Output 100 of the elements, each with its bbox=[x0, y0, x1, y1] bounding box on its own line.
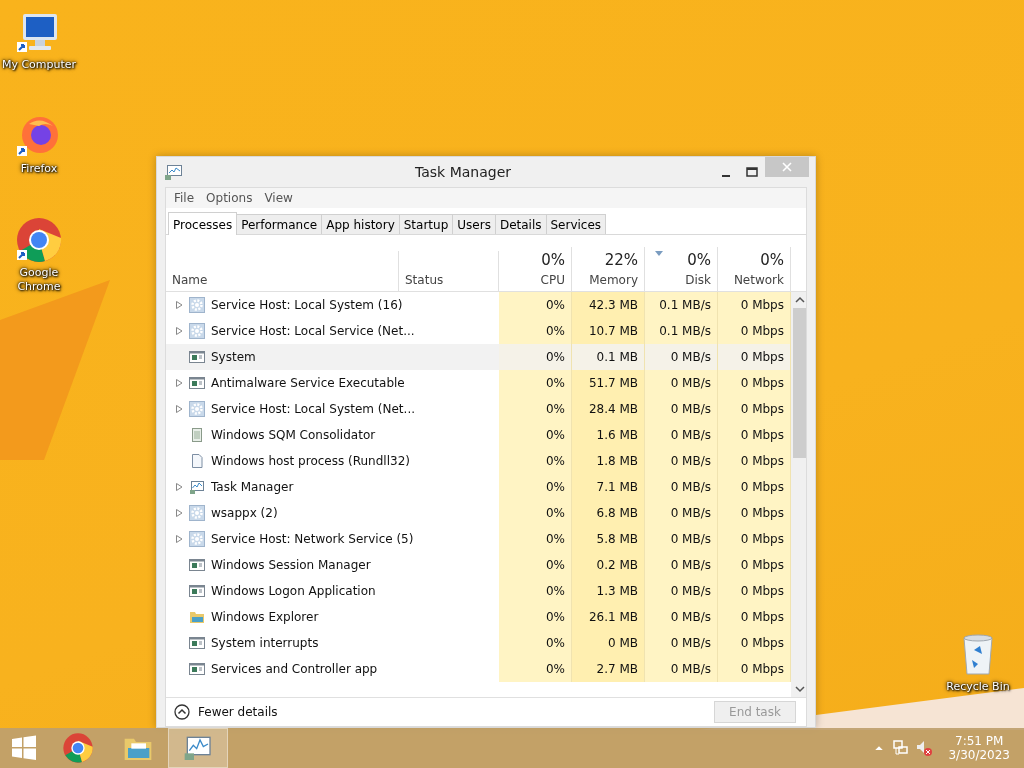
table-cell: 10.7 MB bbox=[572, 318, 645, 344]
page-icon bbox=[189, 453, 205, 469]
gear-icon bbox=[189, 297, 205, 313]
taskbar-app[interactable] bbox=[168, 728, 228, 768]
table-cell: 0 MB/s bbox=[645, 396, 718, 422]
column-header[interactable]: CPU bbox=[540, 273, 565, 287]
table-cell: 0% bbox=[499, 318, 572, 344]
process-name: System bbox=[211, 350, 256, 364]
table-cell: 1.8 MB bbox=[572, 448, 645, 474]
process-row[interactable]: Service Host: Local System (Net... 0% 28.4 MB 0 MB/s 0 Mbps bbox=[166, 396, 791, 422]
table-cell: 0.1 MB/s bbox=[645, 318, 718, 344]
monitor-chart-icon bbox=[165, 164, 183, 180]
tab[interactable]: Processes bbox=[168, 212, 238, 235]
fewer-details-button[interactable]: Fewer details bbox=[174, 704, 278, 720]
table-cell: 0% bbox=[499, 344, 572, 370]
table-cell: 0% bbox=[499, 656, 572, 682]
tab[interactable]: Users bbox=[452, 214, 496, 234]
table-cell: 0 MB/s bbox=[645, 526, 718, 552]
process-row[interactable]: Windows host process (Rundll32) 0% 1.8 MB 0 MB/s 0 Mbps bbox=[166, 448, 791, 474]
muted-speaker-icon[interactable] bbox=[916, 740, 933, 756]
window-icon bbox=[189, 349, 205, 365]
process-row[interactable]: wsappx (2) 0% 6.8 MB 0 MB/s 0 Mbps bbox=[166, 500, 791, 526]
tab[interactable]: Startup bbox=[398, 214, 454, 234]
table-cell: 0% bbox=[499, 396, 572, 422]
table-cell: 5.8 MB bbox=[572, 526, 645, 552]
menu-item[interactable]: Options bbox=[200, 190, 259, 206]
table-cell: 0% bbox=[499, 526, 572, 552]
column-header[interactable]: Name bbox=[172, 273, 208, 287]
column-percent: 22% bbox=[604, 251, 638, 269]
window-icon bbox=[189, 375, 205, 391]
table-cell: 0% bbox=[499, 604, 572, 630]
chrome-icon[interactable] bbox=[62, 732, 94, 764]
network-icon[interactable] bbox=[892, 740, 909, 756]
process-name: Windows Session Manager bbox=[211, 558, 371, 572]
table-cell: 0 MB/s bbox=[645, 604, 718, 630]
process-row[interactable]: Windows Explorer 0% 26.1 MB 0 MB/s 0 Mbps bbox=[166, 604, 791, 630]
table-cell: 0% bbox=[499, 292, 572, 318]
expand-arrow-icon[interactable] bbox=[176, 301, 183, 309]
process-row[interactable]: Services and Controller app 0% 2.7 MB 0 MB/s 0 Mbps bbox=[166, 656, 791, 682]
expand-arrow-icon[interactable] bbox=[176, 535, 183, 543]
column-header[interactable]: Disk bbox=[685, 273, 711, 287]
process-name: Service Host: Local System (16) bbox=[211, 298, 403, 312]
column-header[interactable]: Network bbox=[733, 273, 784, 287]
column-header[interactable]: Status bbox=[405, 273, 444, 287]
table-cell: 0 Mbps bbox=[718, 370, 791, 396]
table-cell: 0 MB/s bbox=[645, 344, 718, 370]
monitor-chart-icon bbox=[189, 479, 205, 495]
process-row[interactable]: Windows SQM Consolidator 0% 1.6 MB 0 MB/s 0 Mbps bbox=[166, 422, 791, 448]
table-cell: 6.8 MB bbox=[572, 500, 645, 526]
tab[interactable]: Services bbox=[545, 214, 607, 234]
table-cell: 0 MB/s bbox=[645, 552, 718, 578]
table-cell: 0 MB/s bbox=[645, 500, 718, 526]
table-cell: 0 Mbps bbox=[718, 318, 791, 344]
gear-icon bbox=[189, 531, 205, 547]
expand-arrow-icon[interactable] bbox=[176, 327, 183, 335]
expand-arrow-icon[interactable] bbox=[176, 509, 183, 517]
table-cell: 0% bbox=[499, 474, 572, 500]
process-name: Windows Logon Application bbox=[211, 584, 376, 598]
tab[interactable]: App history bbox=[321, 214, 400, 234]
expand-arrow-icon[interactable] bbox=[176, 379, 183, 387]
table-cell: 0.1 MB bbox=[572, 344, 645, 370]
menu-item[interactable]: File bbox=[168, 190, 201, 206]
process-name: System interrupts bbox=[211, 636, 319, 650]
process-row[interactable]: System 0% 0.1 MB 0 MB/s 0 Mbps bbox=[166, 344, 791, 370]
table-cell: 0% bbox=[499, 422, 572, 448]
process-name: Task Manager bbox=[211, 480, 294, 494]
tab[interactable]: Details bbox=[494, 214, 547, 234]
table-cell: 26.1 MB bbox=[572, 604, 645, 630]
table-cell: 0 MB/s bbox=[645, 656, 718, 682]
scroll-down-icon[interactable] bbox=[795, 685, 805, 693]
expand-arrow-icon[interactable] bbox=[176, 405, 183, 413]
column-header[interactable]: Memory bbox=[589, 273, 638, 287]
table-cell: 0 Mbps bbox=[718, 552, 791, 578]
window-icon bbox=[189, 557, 205, 573]
column-percent: 0% bbox=[760, 251, 784, 269]
process-row[interactable]: Antimalware Service Executable 0% 51.7 MB 0 MB/s 0 Mbps bbox=[166, 370, 791, 396]
expand-arrow-icon[interactable] bbox=[176, 483, 183, 491]
windows-logo-icon bbox=[11, 735, 37, 761]
table-cell: 0% bbox=[499, 500, 572, 526]
table-cell: 2.7 MB bbox=[572, 656, 645, 682]
tab[interactable]: Performance bbox=[236, 214, 323, 234]
table-cell: 0% bbox=[499, 552, 572, 578]
window-icon bbox=[189, 583, 205, 599]
scrollbar[interactable] bbox=[791, 292, 806, 697]
process-row[interactable]: Windows Session Manager 0% 0.2 MB 0 MB/s 0 Mbps bbox=[166, 552, 791, 578]
process-name: Antimalware Service Executable bbox=[211, 376, 405, 390]
process-name: Windows Explorer bbox=[211, 610, 319, 624]
process-row[interactable]: Windows Logon Application 0% 1.3 MB 0 MB/s 0 Mbps bbox=[166, 578, 791, 604]
process-row[interactable]: Service Host: Network Service (5) 0% 5.8 MB 0 MB/s 0 Mbps bbox=[166, 526, 791, 552]
close-icon bbox=[782, 162, 792, 172]
process-row[interactable]: System interrupts 0% 0 MB 0 MB/s 0 Mbps bbox=[166, 630, 791, 656]
table-cell: 0 MB/s bbox=[645, 370, 718, 396]
scroll-up-icon[interactable] bbox=[795, 296, 805, 304]
menu-item[interactable]: View bbox=[258, 190, 299, 206]
process-row[interactable]: Service Host: Local Service (Net... 0% 10.7 MB 0.1 MB/s 0 Mbps bbox=[166, 318, 791, 344]
process-row[interactable]: Task Manager 0% 7.1 MB 0 MB/s 0 Mbps bbox=[166, 474, 791, 500]
process-row[interactable]: Service Host: Local System (16) 0% 42.3 MB 0.1 MB/s 0 Mbps bbox=[166, 292, 791, 318]
process-name: Service Host: Local Service (Net... bbox=[211, 324, 415, 338]
column-percent: 0% bbox=[541, 251, 565, 269]
table-cell: 28.4 MB bbox=[572, 396, 645, 422]
